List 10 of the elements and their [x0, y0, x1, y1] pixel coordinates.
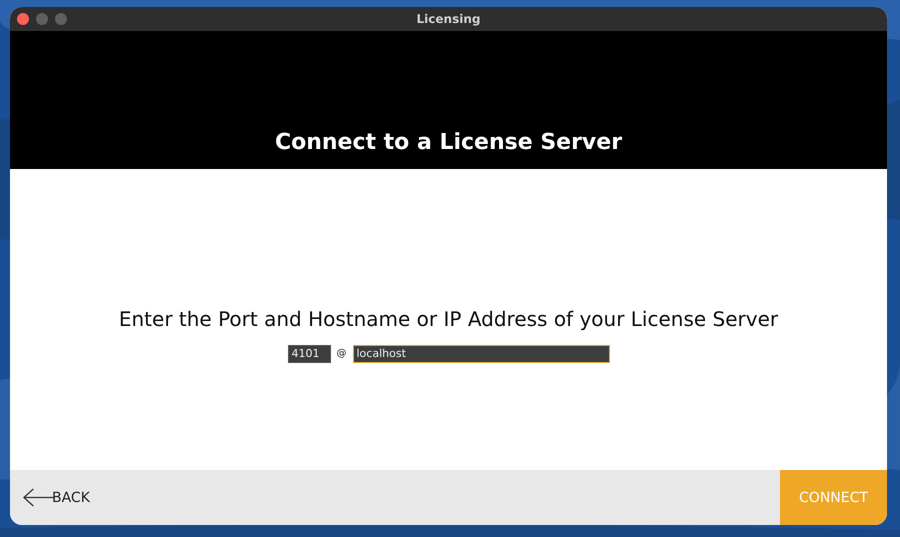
prompt-text: Enter the Port and Hostname or IP Address of your License Server — [118, 306, 778, 330]
port-field[interactable]: 4101 — [288, 344, 330, 362]
zoom-icon[interactable] — [55, 13, 67, 25]
hostname-field[interactable]: localhost — [352, 344, 610, 362]
close-icon[interactable] — [17, 13, 29, 25]
header-title: Connect to a License Server — [274, 130, 622, 155]
minimize-icon[interactable] — [36, 13, 48, 25]
at-sign: @ — [336, 348, 346, 359]
back-button[interactable]: BACK — [10, 470, 90, 525]
window-title: Licensing — [416, 12, 480, 26]
